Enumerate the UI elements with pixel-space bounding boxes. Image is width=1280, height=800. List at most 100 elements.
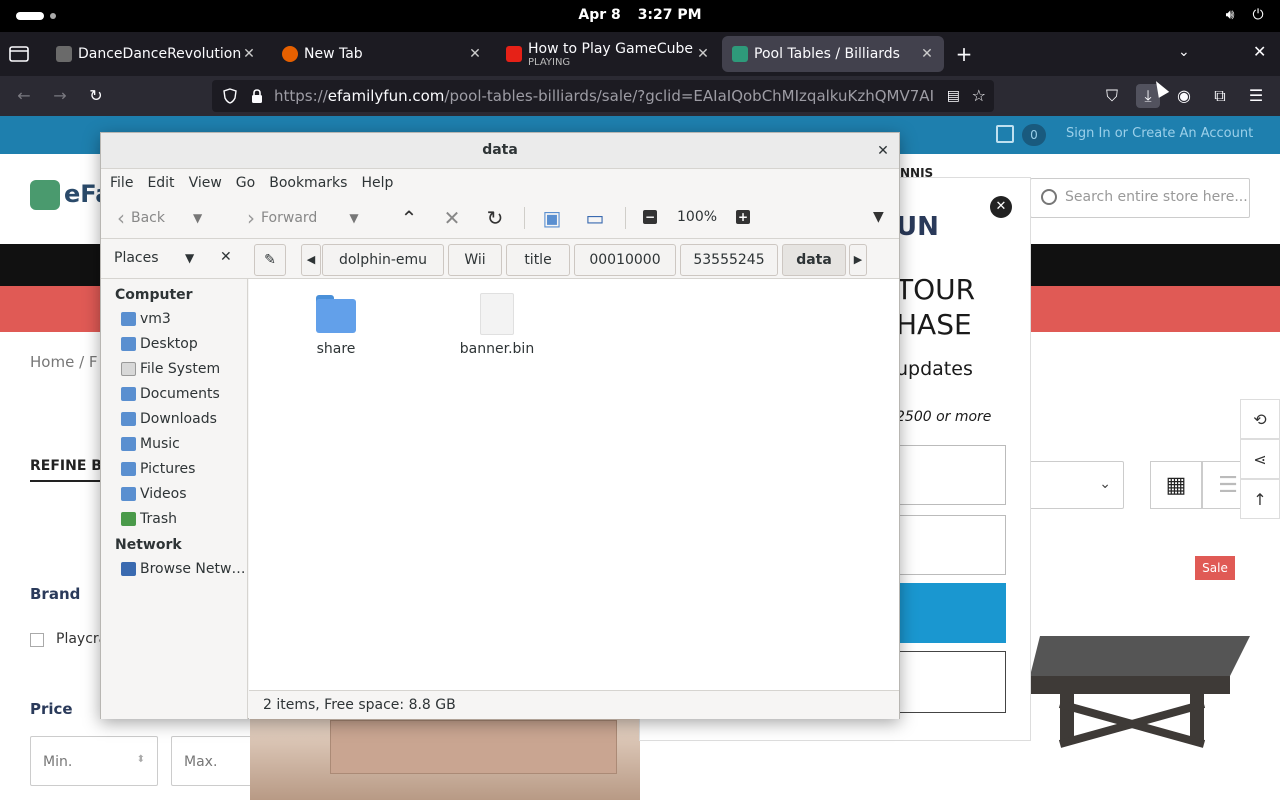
stop-icon[interactable]: ✕	[439, 205, 465, 231]
share-icon[interactable]: ⋖	[1240, 439, 1280, 479]
back-history-dropdown-icon[interactable]: ▼	[193, 211, 202, 225]
file-item-banner-bin[interactable]: banner.bin	[447, 293, 547, 357]
bookmark-star-icon[interactable]: ☆	[972, 86, 986, 105]
file-view[interactable]: share banner.bin	[249, 279, 899, 690]
tab-playing-label: PLAYING	[528, 56, 571, 68]
url-bar[interactable]: https://efamilyfun.com/pool-tables-billi…	[212, 80, 994, 112]
edit-location-icon[interactable]: ✎	[254, 244, 286, 276]
site-search-input[interactable]: Search entire store here...	[1030, 178, 1250, 218]
toolbar: ‹ Back ▼ › Forward ▼ ⌃ ✕ ↻ ▣ ▭ − 100% + …	[101, 197, 899, 239]
tab-title: DanceDanceRevolution II	[78, 46, 246, 62]
toolbar-overflow-chevron-icon[interactable]: ▼	[873, 209, 884, 225]
sidebar-item-videos[interactable]: Videos	[121, 483, 187, 505]
tab-close-icon[interactable]: ✕	[240, 45, 258, 63]
account-icon[interactable]: ◉	[1172, 84, 1196, 108]
menu-edit[interactable]: Edit	[147, 169, 180, 197]
cart-icon[interactable]	[996, 125, 1014, 143]
home-folder-icon[interactable]: ▣	[539, 205, 565, 231]
up-parent-icon[interactable]: ⌃	[396, 205, 422, 231]
system-top-bar: Apr 8 3:27 PM 🔊︎ ⏻	[0, 0, 1280, 32]
forward-history-dropdown-icon[interactable]: ▼	[349, 211, 358, 225]
path-segment-current[interactable]: data	[782, 244, 846, 276]
product-image[interactable]	[330, 720, 617, 774]
tab-title: How to Play GameCube & Wii	[528, 40, 694, 57]
url-text[interactable]: https://efamilyfun.com/pool-tables-billi…	[274, 87, 934, 105]
path-segment[interactable]: 53555245	[680, 244, 778, 276]
scroll-top-icon[interactable]: ↑	[1240, 479, 1280, 519]
menu-bookmarks[interactable]: Bookmarks	[269, 169, 353, 197]
window-close-icon[interactable]: ✕	[1253, 42, 1266, 61]
tab-close-icon[interactable]: ✕	[466, 45, 484, 63]
reader-view-icon[interactable]: ▤	[947, 88, 960, 104]
list-all-tabs-chevron-icon[interactable]: ⌄	[1178, 44, 1190, 60]
tab-new-tab[interactable]: New Tab ✕	[272, 36, 492, 72]
pocket-icon[interactable]: ⛉	[1100, 84, 1124, 108]
grid-view-icon[interactable]: ▦	[1150, 461, 1202, 509]
sidebar-item-downloads[interactable]: Downloads	[121, 408, 217, 430]
back-arrow-icon[interactable]: ←	[12, 84, 36, 108]
modal-submit-button[interactable]	[896, 583, 1006, 643]
path-segment[interactable]: dolphin-emu	[322, 244, 444, 276]
sign-in-link[interactable]: Sign In or Create An Account	[1066, 126, 1253, 141]
sidebar-item-desktop[interactable]: Desktop	[121, 333, 198, 355]
price-min-input[interactable]: Min. ⬍	[30, 736, 158, 786]
path-scroll-right-icon[interactable]: ▶	[849, 244, 867, 276]
menu-view[interactable]: View	[189, 169, 228, 197]
sidebar-item-pictures[interactable]: Pictures	[121, 458, 195, 480]
lock-icon[interactable]	[250, 88, 264, 104]
menu-file[interactable]: File	[110, 169, 139, 197]
extensions-icon[interactable]: ⧉	[1208, 84, 1232, 108]
browser-tab-strip: DanceDanceRevolution II ✕ New Tab ✕ How …	[0, 32, 1280, 76]
tab-close-icon[interactable]: ✕	[918, 45, 936, 63]
tracking-shield-icon[interactable]	[222, 88, 238, 104]
tab-dancedancerevolution[interactable]: DanceDanceRevolution II ✕	[46, 36, 266, 72]
forward-button[interactable]: › Forward ▼	[247, 205, 359, 231]
close-sidebar-icon[interactable]: ✕	[220, 249, 232, 265]
toolbar-separator	[524, 207, 525, 229]
forward-arrow-icon[interactable]: →	[48, 84, 72, 108]
path-scroll-left-icon[interactable]: ◀	[301, 244, 321, 276]
sidebar-item-documents[interactable]: Documents	[121, 383, 220, 405]
sidebar-item-trash[interactable]: Trash	[121, 508, 177, 530]
tab-youtube-gamecube[interactable]: How to Play GameCube & Wii PLAYING ✕	[496, 36, 720, 72]
modal-note: 2500 or more	[896, 409, 992, 425]
menu-go[interactable]: Go	[236, 169, 261, 197]
new-tab-button[interactable]: +	[952, 42, 976, 66]
spinner-icon[interactable]: ⬍	[137, 754, 145, 765]
sidebar-item-vm3[interactable]: vm3	[121, 308, 171, 330]
places-selector[interactable]: Places ▼ ✕	[101, 239, 249, 279]
reload-icon[interactable]: ↻	[482, 205, 508, 231]
menu-hamburger-icon[interactable]: ☰	[1244, 84, 1268, 108]
tab-pool-tables[interactable]: Pool Tables / Billiards - Sale ✕	[722, 36, 944, 72]
firefox-view-icon[interactable]	[8, 44, 30, 64]
menu-help[interactable]: Help	[361, 169, 399, 197]
places-dropdown-icon[interactable]: ▼	[185, 251, 194, 265]
brand-checkbox[interactable]	[30, 633, 44, 647]
power-icon[interactable]: ⏻	[1250, 7, 1266, 23]
tab-close-icon[interactable]: ✕	[694, 45, 712, 63]
clock[interactable]: Apr 8 3:27 PM	[0, 7, 1280, 23]
back-button[interactable]: ‹ Back ▼	[117, 205, 202, 231]
zoom-in-icon[interactable]: +	[736, 210, 750, 224]
sidebar-item-music[interactable]: Music	[121, 433, 180, 455]
file-item-share[interactable]: share	[286, 293, 386, 357]
modal-name-field[interactable]	[896, 445, 1006, 505]
history-icon[interactable]: ⟲	[1240, 399, 1280, 439]
modal-email-field[interactable]	[896, 515, 1006, 575]
sidebar-item-browse-network[interactable]: Browse Netw…	[121, 558, 245, 580]
path-segment[interactable]: 00010000	[574, 244, 676, 276]
computer-icon[interactable]: ▭	[582, 205, 608, 231]
reload-icon[interactable]: ↻	[84, 84, 108, 108]
path-segment[interactable]: Wii	[448, 244, 502, 276]
modal-close-icon[interactable]: ✕	[990, 196, 1012, 218]
modal-secondary-button[interactable]	[896, 651, 1006, 713]
zoom-level[interactable]: 100%	[677, 209, 717, 225]
sidebar-item-file-system[interactable]: File System	[121, 358, 220, 380]
zoom-out-icon[interactable]: −	[643, 210, 657, 224]
path-segment[interactable]: title	[506, 244, 570, 276]
breadcrumb[interactable]: Home / F	[30, 353, 98, 371]
pool-table-image[interactable]	[1020, 616, 1260, 756]
window-titlebar[interactable]: data ✕	[101, 133, 899, 169]
window-close-icon[interactable]: ✕	[873, 141, 893, 161]
volume-icon[interactable]: 🔊︎	[1222, 7, 1238, 23]
